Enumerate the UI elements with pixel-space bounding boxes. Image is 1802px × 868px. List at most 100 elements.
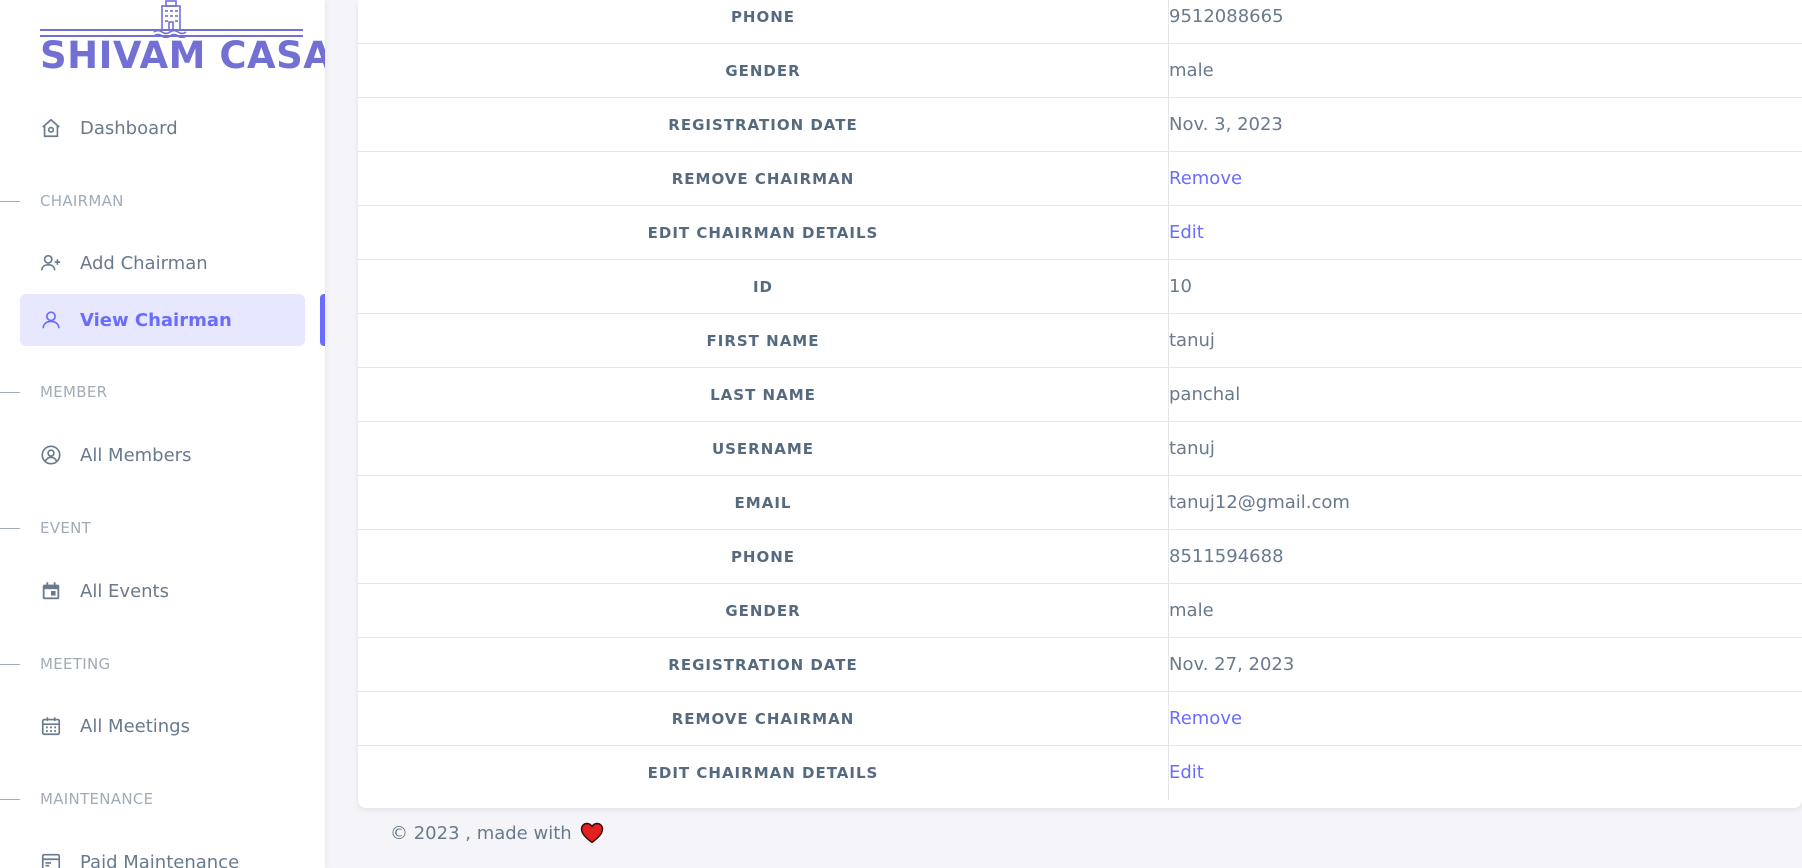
calendar-event-icon: [40, 580, 62, 602]
table-row: EDIT CHAIRMAN DETAILS Edit: [358, 746, 1802, 800]
id-value: 10: [1169, 276, 1192, 297]
section-title: MEMBER: [40, 383, 108, 401]
row-label: ID: [358, 260, 1169, 314]
sidebar-item-all-members[interactable]: All Members: [20, 429, 305, 481]
row-value-cell: Remove: [1169, 692, 1802, 746]
phone-value: 8511594688: [1169, 546, 1284, 567]
table-row: FIRST NAME tanuj: [358, 314, 1802, 368]
row-label: PHONE: [358, 0, 1169, 44]
row-label: REMOVE CHAIRMAN: [358, 692, 1169, 746]
row-value-cell: male: [1169, 44, 1802, 98]
row-label: EDIT CHAIRMAN DETAILS: [358, 206, 1169, 260]
row-label: FIRST NAME: [358, 314, 1169, 368]
row-value-cell: male: [1169, 584, 1802, 638]
sidebar-item-view-chairman[interactable]: View Chairman: [20, 294, 305, 346]
edit-chairman-link[interactable]: Edit: [1169, 762, 1802, 783]
table-row: ID 10: [358, 260, 1802, 314]
footer-text: © 2023 , made with: [390, 822, 572, 844]
sidebar-item-label: Add Chairman: [80, 252, 208, 274]
sidebar-item-all-meetings[interactable]: All Meetings: [20, 700, 305, 752]
table-row: PHONE 8511594688: [358, 530, 1802, 584]
row-value-cell: Edit: [1169, 206, 1802, 260]
row-value-cell: tanuj12@gmail.com: [1169, 476, 1802, 530]
registration-date-value: Nov. 27, 2023: [1169, 654, 1295, 675]
table-row: REGISTRATION DATE Nov. 27, 2023: [358, 638, 1802, 692]
phone-value: 9512088665: [1169, 6, 1284, 27]
row-label: PHONE: [358, 530, 1169, 584]
section-title: EVENT: [40, 519, 92, 537]
row-value-cell: panchal: [1169, 368, 1802, 422]
home-icon: [40, 117, 62, 139]
table-row: PHONE 9512088665: [358, 0, 1802, 44]
row-value-cell: tanuj: [1169, 422, 1802, 476]
calendar-icon: [40, 715, 62, 737]
sidebar-item-paid-maintenance[interactable]: Paid Maintenance: [20, 836, 305, 868]
sidebar-item-dashboard[interactable]: Dashboard: [20, 102, 305, 154]
user-plus-icon: [40, 252, 62, 274]
email-value: tanuj12@gmail.com: [1169, 492, 1350, 513]
row-label: LAST NAME: [358, 368, 1169, 422]
table-row: REMOVE CHAIRMAN Remove: [358, 692, 1802, 746]
last-name-value: panchal: [1169, 384, 1241, 405]
row-label: EMAIL: [358, 476, 1169, 530]
registration-date-value: Nov. 3, 2023: [1169, 114, 1283, 135]
section-header-chairman: CHAIRMAN: [0, 191, 124, 211]
section-header-event: EVENT: [0, 518, 91, 538]
user-icon: [40, 309, 62, 331]
row-label: USERNAME: [358, 422, 1169, 476]
table-row: USERNAME tanuj: [358, 422, 1802, 476]
section-header-member: MEMBER: [0, 382, 107, 402]
row-value-cell: Remove: [1169, 152, 1802, 206]
active-indicator: [320, 294, 325, 346]
sidebar-item-label: View Chairman: [80, 309, 232, 331]
gender-value: male: [1169, 600, 1214, 621]
row-value-cell: 9512088665: [1169, 0, 1802, 44]
user-circle-icon: [40, 444, 62, 466]
sidebar-item-all-events[interactable]: All Events: [20, 565, 305, 617]
logo-rule-top: [40, 29, 303, 31]
row-label: REGISTRATION DATE: [358, 638, 1169, 692]
table-row: GENDER male: [358, 584, 1802, 638]
building-logo-icon: [153, 0, 187, 38]
chairman-details-table: PHONE 9512088665 GENDER male REGISTRATIO…: [358, 0, 1802, 808]
row-value-cell: Edit: [1169, 746, 1802, 800]
row-label: GENDER: [358, 44, 1169, 98]
sidebar-item-label: All Meetings: [80, 715, 190, 737]
gender-value: male: [1169, 60, 1214, 81]
sidebar-item-label: All Members: [80, 444, 192, 466]
row-value-cell: 8511594688: [1169, 530, 1802, 584]
edit-chairman-link[interactable]: Edit: [1169, 222, 1802, 243]
table-row: REGISTRATION DATE Nov. 3, 2023: [358, 98, 1802, 152]
section-header-meeting: MEETING: [0, 654, 110, 674]
section-header-maintenance: MAINTENANCE: [0, 789, 153, 809]
row-label: GENDER: [358, 584, 1169, 638]
sidebar-item-label: Paid Maintenance: [80, 851, 240, 868]
row-value-cell: tanuj: [1169, 314, 1802, 368]
section-divider: [0, 391, 20, 393]
footer: © 2023 , made with: [390, 818, 604, 848]
table-row: LAST NAME panchal: [358, 368, 1802, 422]
brand-logo[interactable]: SHIVAM CASA: [40, 0, 325, 80]
table-row: REMOVE CHAIRMAN Remove: [358, 152, 1802, 206]
row-label: REMOVE CHAIRMAN: [358, 152, 1169, 206]
remove-chairman-link[interactable]: Remove: [1169, 168, 1802, 189]
brand-name: SHIVAM CASA: [40, 34, 325, 77]
sidebar: SHIVAM CASA Dashboard CHAIRMAN Add Chair…: [0, 0, 325, 868]
section-divider: [0, 527, 20, 529]
section-divider: [0, 663, 20, 665]
row-value-cell: Nov. 27, 2023: [1169, 638, 1802, 692]
table-row: GENDER male: [358, 44, 1802, 98]
sidebar-item-label: Dashboard: [80, 117, 178, 139]
username-value: tanuj: [1169, 438, 1215, 459]
first-name-value: tanuj: [1169, 330, 1215, 351]
sidebar-item-add-chairman[interactable]: Add Chairman: [20, 237, 305, 289]
row-value-cell: Nov. 3, 2023: [1169, 98, 1802, 152]
section-title: CHAIRMAN: [40, 192, 124, 210]
table-row: EDIT CHAIRMAN DETAILS Edit: [358, 206, 1802, 260]
receipt-icon: [40, 851, 62, 868]
remove-chairman-link[interactable]: Remove: [1169, 708, 1802, 729]
table-row: EMAIL tanuj12@gmail.com: [358, 476, 1802, 530]
section-divider: [0, 798, 20, 800]
sidebar-item-label: All Events: [80, 580, 169, 602]
row-label: REGISTRATION DATE: [358, 98, 1169, 152]
